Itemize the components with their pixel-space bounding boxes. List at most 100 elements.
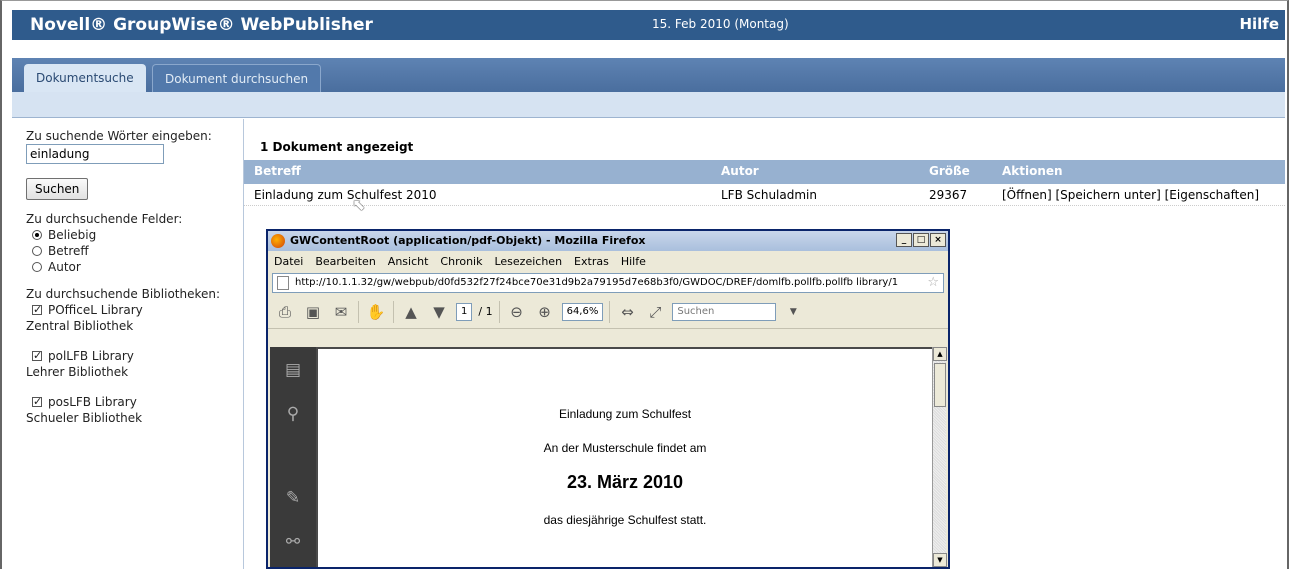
field-option-autor[interactable]: Autor <box>26 259 243 275</box>
row-subject[interactable]: Einladung zum Schulfest 2010 <box>254 188 437 202</box>
library-desc: Schueler Bibliothek <box>26 411 143 425</box>
firefox-popup-window[interactable]: GWContentRoot (application/pdf-Objekt) -… <box>266 229 950 569</box>
attachment-icon[interactable]: ⚯ <box>282 531 304 553</box>
menu-lesezeichen[interactable]: Lesezeichen <box>494 255 562 268</box>
search-label: Zu suchende Wörter eingeben: <box>26 129 212 143</box>
col-autor[interactable]: Autor <box>721 164 759 178</box>
pdf-text-line: An der Musterschule findet am <box>543 441 707 455</box>
page-up-icon[interactable]: ▲ <box>400 301 422 323</box>
sub-bar <box>12 92 1285 118</box>
pdf-page: Einladung zum Schulfest An der Mustersch… <box>318 349 932 567</box>
url-row: http://10.1.1.32/gw/webpub/d0fd532f27f24… <box>268 271 948 295</box>
pdf-text-line: Einladung zum Schulfest <box>558 407 692 421</box>
checkbox-pollfb[interactable] <box>32 348 42 364</box>
library-desc: Lehrer Bibliothek <box>26 365 129 379</box>
library-name: polLFB Library <box>48 349 134 363</box>
search-input[interactable] <box>26 144 164 164</box>
radio-beliebig[interactable] <box>32 230 42 240</box>
page-icon <box>277 276 289 290</box>
fit-page-icon[interactable]: ⤢ <box>644 301 666 323</box>
tab-bar: Dokumentsuche Dokument durchsuchen <box>12 58 1285 92</box>
tab-dokument-durchsuchen[interactable]: Dokument durchsuchen <box>152 64 322 92</box>
zoom-in-icon[interactable]: ⊕ <box>534 301 556 323</box>
bookmark-star-icon[interactable]: ☆ <box>927 274 939 292</box>
url-text: http://10.1.1.32/gw/webpub/d0fd532f27f24… <box>295 277 899 288</box>
pdf-search-input[interactable]: Suchen <box>672 302 777 321</box>
save-icon[interactable]: ▣ <box>302 301 324 323</box>
vertical-scrollbar[interactable]: ▲ ▼ <box>932 347 947 567</box>
hand-tool-icon[interactable]: ✋ <box>365 301 387 323</box>
checkbox-poslfb[interactable] <box>32 394 42 410</box>
radio-betreff[interactable] <box>32 246 42 256</box>
search-button[interactable]: Suchen <box>26 178 89 200</box>
zoom-select[interactable]: 64,6% <box>561 302 604 321</box>
library-name: posLFB Library <box>48 395 137 409</box>
tab-dokumentsuche[interactable]: Dokumentsuche <box>24 64 146 92</box>
menu-datei[interactable]: Datei <box>274 255 303 268</box>
scroll-down-icon[interactable]: ▼ <box>933 553 947 567</box>
print-icon[interactable]: ⎙ <box>274 301 296 323</box>
zoom-out-icon[interactable]: ⊖ <box>506 301 528 323</box>
toolbar-separator <box>609 300 611 323</box>
menu-bearbeiten[interactable]: Bearbeiten <box>315 255 375 268</box>
field-option-betreff[interactable]: Betreff <box>26 243 243 259</box>
row-actions: [Öffnen] [Speichern unter] [Eigenschafte… <box>1002 188 1259 202</box>
row-size: 29367 <box>929 188 968 202</box>
library-pofficel[interactable]: POfficeL Library <box>26 302 243 318</box>
toolbar-separator <box>393 300 394 323</box>
page-down-icon[interactable]: ▼ <box>428 301 450 323</box>
binoculars-icon[interactable]: ⚲ <box>282 403 304 425</box>
library-name: POfficeL Library <box>48 303 143 317</box>
pages-icon[interactable]: ▤ <box>282 359 304 381</box>
library-poslfb[interactable]: posLFB Library <box>26 394 243 410</box>
page-number-input[interactable]: 1 <box>456 302 473 321</box>
popup-title: GWContentRoot (application/pdf-Objekt) -… <box>290 234 646 247</box>
search-dropdown-icon[interactable]: ▼ <box>782 301 804 323</box>
comments-icon[interactable]: ✎ <box>282 487 304 509</box>
field-option-label: Beliebig <box>48 228 97 242</box>
menu-extras[interactable]: Extras <box>574 255 609 268</box>
open-action[interactable]: [Öffnen] <box>1002 188 1052 202</box>
scroll-thumb[interactable] <box>934 363 946 407</box>
minimize-icon[interactable]: _ <box>896 233 912 247</box>
menu-chronik[interactable]: Chronik <box>440 255 482 268</box>
popup-titlebar[interactable]: GWContentRoot (application/pdf-Objekt) -… <box>268 231 948 251</box>
properties-action[interactable]: [Eigenschaften] <box>1165 188 1259 202</box>
menu-hilfe[interactable]: Hilfe <box>621 255 646 268</box>
result-count: 1 Dokument angezeigt <box>260 140 414 154</box>
checkbox-pofficel[interactable] <box>32 302 42 318</box>
results-table: Betreff Autor Größe Aktionen Einladung z… <box>244 160 1285 206</box>
radio-autor[interactable] <box>32 262 42 272</box>
share-icon[interactable]: ✉ <box>330 301 352 323</box>
url-bar[interactable]: http://10.1.1.32/gw/webpub/d0fd532f27f24… <box>272 273 944 293</box>
table-row: Einladung zum Schulfest 2010 LFB Schulad… <box>244 184 1285 206</box>
field-option-beliebig[interactable]: Beliebig <box>26 227 243 243</box>
libraries-label: Zu durchsuchende Bibliotheken: <box>26 287 221 301</box>
current-date: 15. Feb 2010 (Montag) <box>652 17 789 31</box>
app-header: Novell® GroupWise® WebPublisher 15. Feb … <box>12 10 1285 40</box>
scroll-up-icon[interactable]: ▲ <box>933 347 947 361</box>
library-desc: Zentral Bibliothek <box>26 319 134 333</box>
close-icon[interactable]: × <box>930 233 946 247</box>
search-sidebar: Zu suchende Wörter eingeben: Suchen Zu d… <box>12 119 244 569</box>
help-link[interactable]: Hilfe <box>1239 15 1279 33</box>
fit-width-icon[interactable]: ⇔ <box>616 301 638 323</box>
row-author: LFB Schuladmin <box>721 188 817 202</box>
col-aktionen: Aktionen <box>1002 164 1063 178</box>
library-pollfb[interactable]: polLFB Library <box>26 348 243 364</box>
save-as-action[interactable]: [Speichern unter] <box>1056 188 1161 202</box>
menu-ansicht[interactable]: Ansicht <box>388 255 429 268</box>
mouse-cursor-icon: ⬉ <box>352 195 366 214</box>
table-header: Betreff Autor Größe Aktionen <box>244 160 1285 184</box>
pdf-sidebar: ▤ ⚲ ✎ ⚯ <box>270 347 316 567</box>
menu-bar: Datei Bearbeiten Ansicht Chronik Lesezei… <box>268 251 948 271</box>
maximize-icon[interactable]: □ <box>913 233 929 247</box>
col-groesse[interactable]: Größe <box>929 164 970 178</box>
app-title: Novell® GroupWise® WebPublisher <box>30 15 373 35</box>
toolbar-separator <box>498 300 500 323</box>
pdf-text-line: das diesjährige Schulfest statt. <box>543 513 707 527</box>
toolbar-separator <box>358 300 359 323</box>
window-controls: _ □ × <box>896 233 946 247</box>
pdf-date-heading: 23. März 2010 <box>566 472 684 492</box>
col-betreff[interactable]: Betreff <box>254 164 301 178</box>
